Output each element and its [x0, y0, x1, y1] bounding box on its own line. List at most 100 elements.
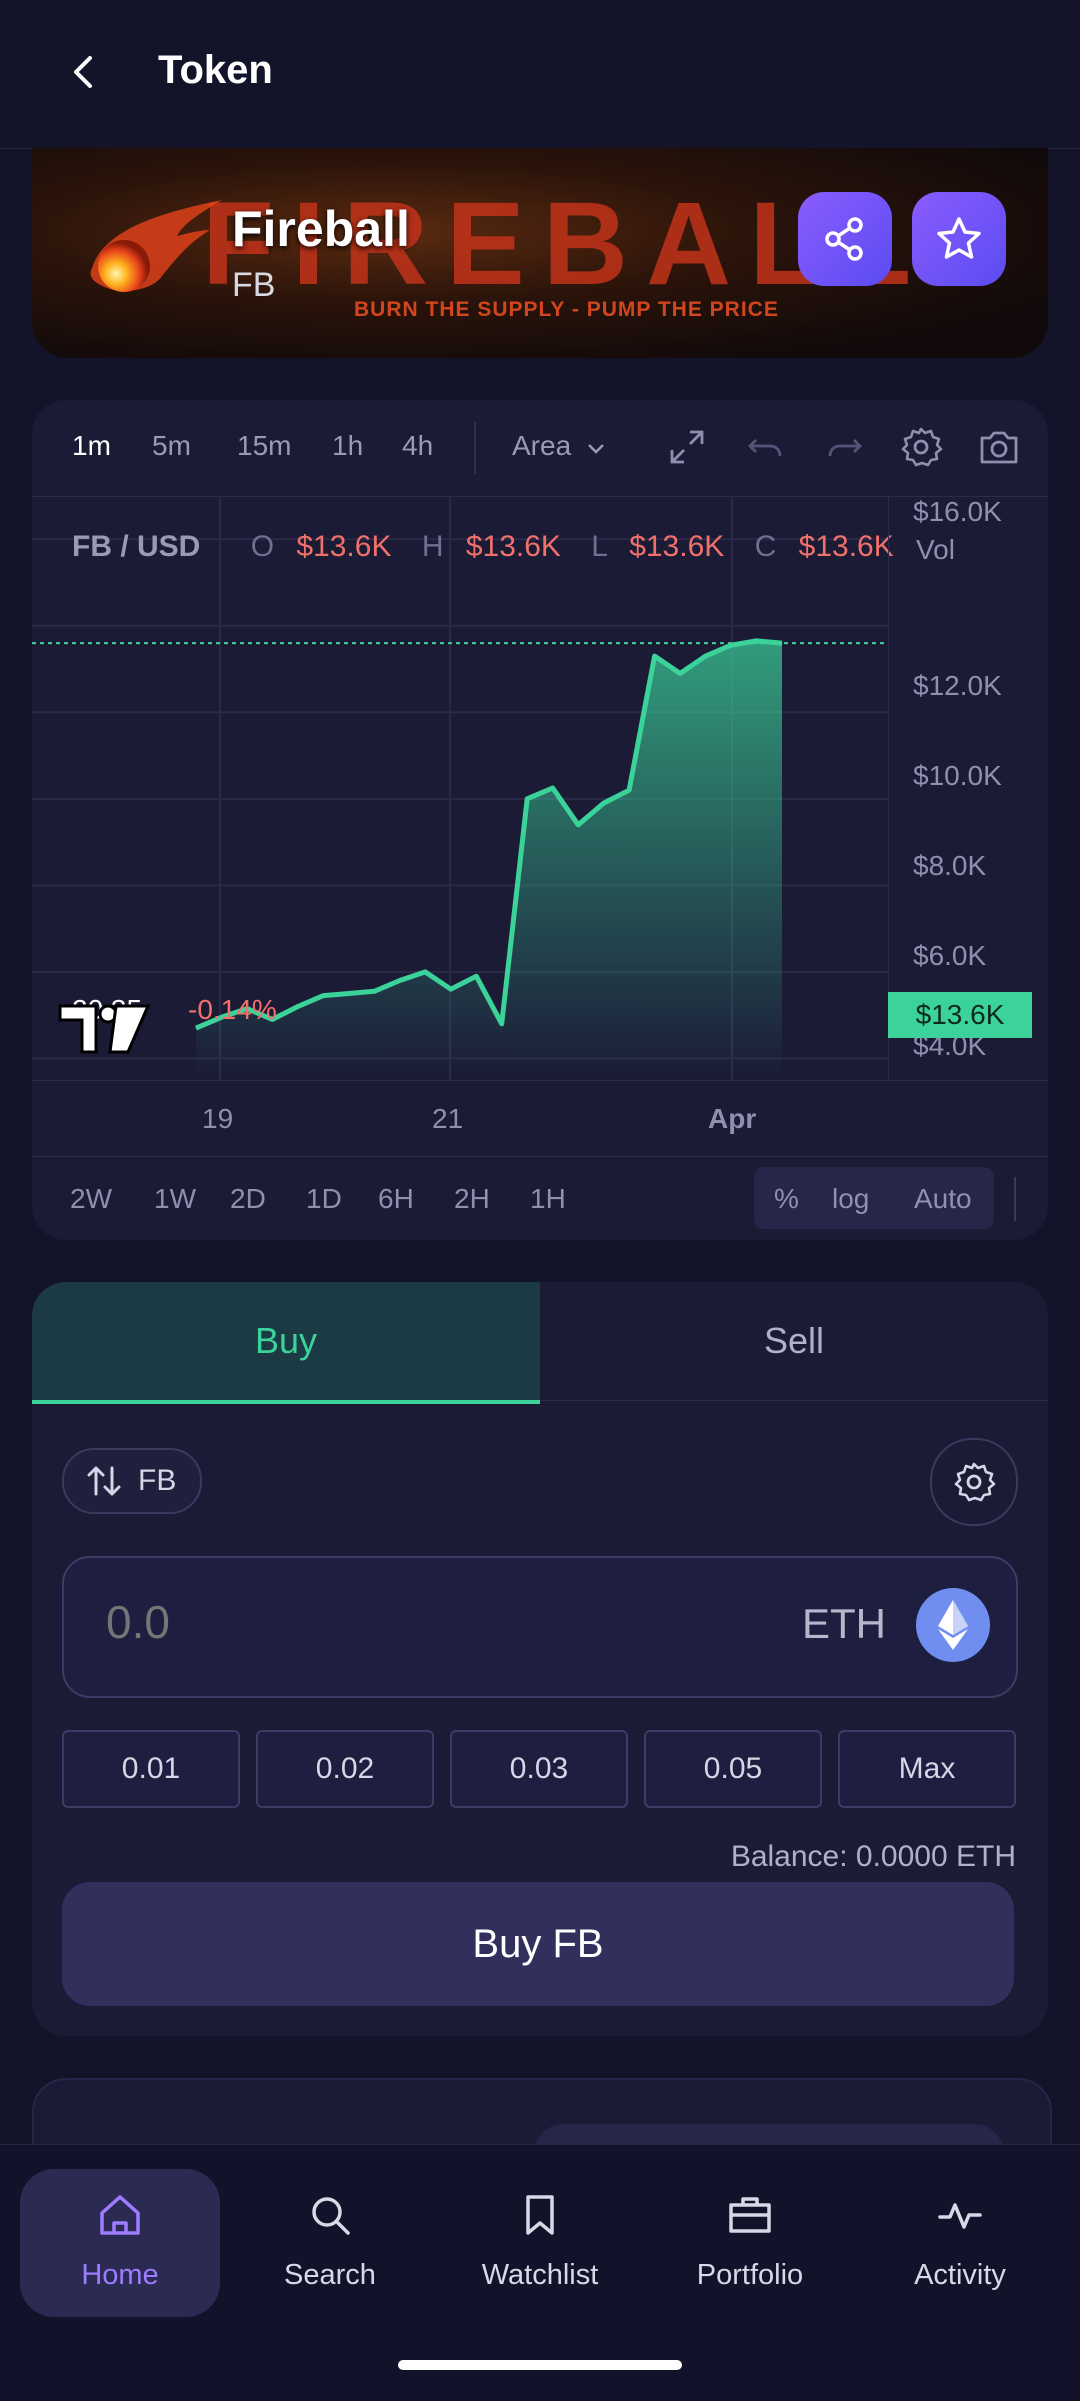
swap-unit-button[interactable]: FB — [62, 1448, 202, 1514]
quick-amount-button[interactable]: 0.05 — [644, 1730, 822, 1808]
nav-activity-label: Activity — [914, 2259, 1006, 2291]
range-selector: 2W 1W 2D 1D 6H 2H 1H % log Auto — [32, 1156, 1048, 1240]
fireball-logo-icon — [90, 200, 222, 292]
page-title: Token — [158, 48, 273, 92]
price-chart-card: 1m 5m 15m 1h 4h Area FB / USD O $13.6K H… — [32, 400, 1048, 1240]
range-1d[interactable]: 1D — [306, 1183, 342, 1215]
quick-amount-button[interactable]: 0.03 — [450, 1730, 628, 1808]
max-amount-button[interactable]: Max — [838, 1730, 1016, 1808]
time-axis[interactable]: 19 21 Apr — [32, 1080, 1048, 1157]
y-tick-label: $10.0K — [913, 760, 1002, 791]
data-point — [195, 1027, 197, 1029]
data-point — [705, 655, 707, 657]
nav-watchlist[interactable]: Watchlist — [440, 2169, 640, 2317]
gear-icon — [954, 1462, 996, 1502]
chart-type-dropdown[interactable]: Area — [512, 430, 607, 462]
range-2w[interactable]: 2W — [70, 1183, 112, 1215]
tab-sell-label: Sell — [763, 1320, 825, 1361]
pair-label: FB / USD — [72, 530, 201, 563]
nav-search[interactable]: Search — [230, 2169, 430, 2317]
data-point — [424, 971, 426, 973]
chart-toolbar: 1m 5m 15m 1h 4h Area — [32, 400, 1048, 497]
timeframe-1h[interactable]: 1h — [332, 430, 363, 462]
share-button[interactable] — [798, 192, 892, 286]
chart-plot-area[interactable] — [32, 496, 888, 1080]
fullscreen-icon[interactable] — [664, 424, 710, 470]
scale-auto[interactable]: Auto — [914, 1183, 972, 1215]
timeframe-4h[interactable]: 4h — [402, 430, 433, 462]
timeframe-1m[interactable]: 1m — [72, 430, 111, 462]
amount-input[interactable] — [104, 1594, 608, 1650]
bookmark-icon — [526, 2195, 554, 2235]
data-point — [297, 1005, 299, 1007]
banner-tagline: BURN THE SUPPLY - PUMP THE PRICE — [354, 298, 779, 321]
tradingview-logo-icon — [58, 1004, 151, 1054]
quick-amount-button[interactable]: 0.01 — [62, 1730, 240, 1808]
undo-icon[interactable] — [742, 424, 788, 470]
balance-text: Balance: 0.0000 ETH — [730, 1840, 1016, 1873]
data-point — [475, 975, 477, 977]
range-6h[interactable]: 6H — [378, 1183, 414, 1215]
buy-submit-button[interactable]: Buy FB — [62, 1882, 1014, 2006]
range-2h[interactable]: 2H — [454, 1183, 490, 1215]
data-point — [654, 655, 656, 657]
y-tick-label: $16.0K — [913, 496, 1002, 527]
timeframe-5m[interactable]: 5m — [152, 430, 191, 462]
trade-panel: Buy Sell FB ETH 0.01 0.02 0.03 0.05 Max … — [32, 1282, 1048, 2036]
timeframe-15m[interactable]: 15m — [237, 430, 291, 462]
tab-buy[interactable]: Buy — [32, 1282, 540, 1404]
data-point — [399, 980, 401, 982]
ethereum-icon[interactable] — [916, 1588, 990, 1662]
redo-icon[interactable] — [822, 424, 868, 470]
scale-options: % log Auto — [754, 1167, 994, 1229]
data-point — [373, 990, 375, 992]
nav-activity[interactable]: Activity — [860, 2169, 1060, 2317]
swap-arrows-icon — [87, 1466, 121, 1496]
data-point — [603, 802, 605, 804]
range-divider — [1014, 1177, 1016, 1221]
toolbar-divider — [474, 422, 476, 474]
share-icon — [825, 217, 863, 261]
open-label: O — [250, 530, 275, 563]
nav-watchlist-label: Watchlist — [481, 2259, 599, 2291]
data-point — [322, 995, 324, 997]
unit-label: FB — [138, 1464, 177, 1497]
data-point — [781, 642, 783, 644]
data-point — [450, 988, 452, 990]
scale-log[interactable]: log — [832, 1183, 869, 1215]
favorite-button[interactable] — [912, 192, 1006, 286]
data-point — [501, 1023, 503, 1025]
star-icon — [937, 217, 981, 259]
nav-home[interactable]: Home — [20, 2169, 220, 2317]
range-1w[interactable]: 1W — [154, 1183, 196, 1215]
data-point — [628, 789, 630, 791]
low-label: L — [591, 530, 607, 563]
nav-home-label: Home — [81, 2259, 159, 2291]
y-tick-label: $12.0K — [913, 670, 1002, 701]
home-indicator — [398, 2360, 682, 2370]
range-1h[interactable]: 1H — [530, 1183, 566, 1215]
chevron-down-icon — [588, 443, 604, 454]
home-icon — [100, 2195, 140, 2235]
amount-field[interactable]: ETH — [62, 1556, 1018, 1698]
data-point — [526, 798, 528, 800]
data-point — [552, 787, 554, 789]
tab-sell[interactable]: Sell — [540, 1282, 1048, 1401]
close-label: C — [754, 530, 777, 563]
token-name: Fireball — [232, 201, 410, 257]
search-icon — [312, 2197, 350, 2235]
nav-portfolio[interactable]: Portfolio — [650, 2169, 850, 2317]
camera-icon[interactable] — [976, 424, 1022, 470]
pulse-icon — [938, 2203, 982, 2229]
range-2d[interactable]: 2D — [230, 1183, 266, 1215]
scale-percent[interactable]: % — [774, 1183, 799, 1215]
last-change: -0.14% — [188, 994, 277, 1025]
data-point — [348, 992, 350, 994]
back-arrow-icon[interactable] — [62, 50, 106, 94]
high-value: $13.6K — [465, 530, 561, 563]
chart-settings-icon[interactable] — [898, 424, 944, 470]
close-value: $13.6K — [798, 530, 894, 563]
data-point — [679, 672, 681, 674]
quick-amount-button[interactable]: 0.02 — [256, 1730, 434, 1808]
trade-settings-button[interactable] — [930, 1438, 1018, 1526]
